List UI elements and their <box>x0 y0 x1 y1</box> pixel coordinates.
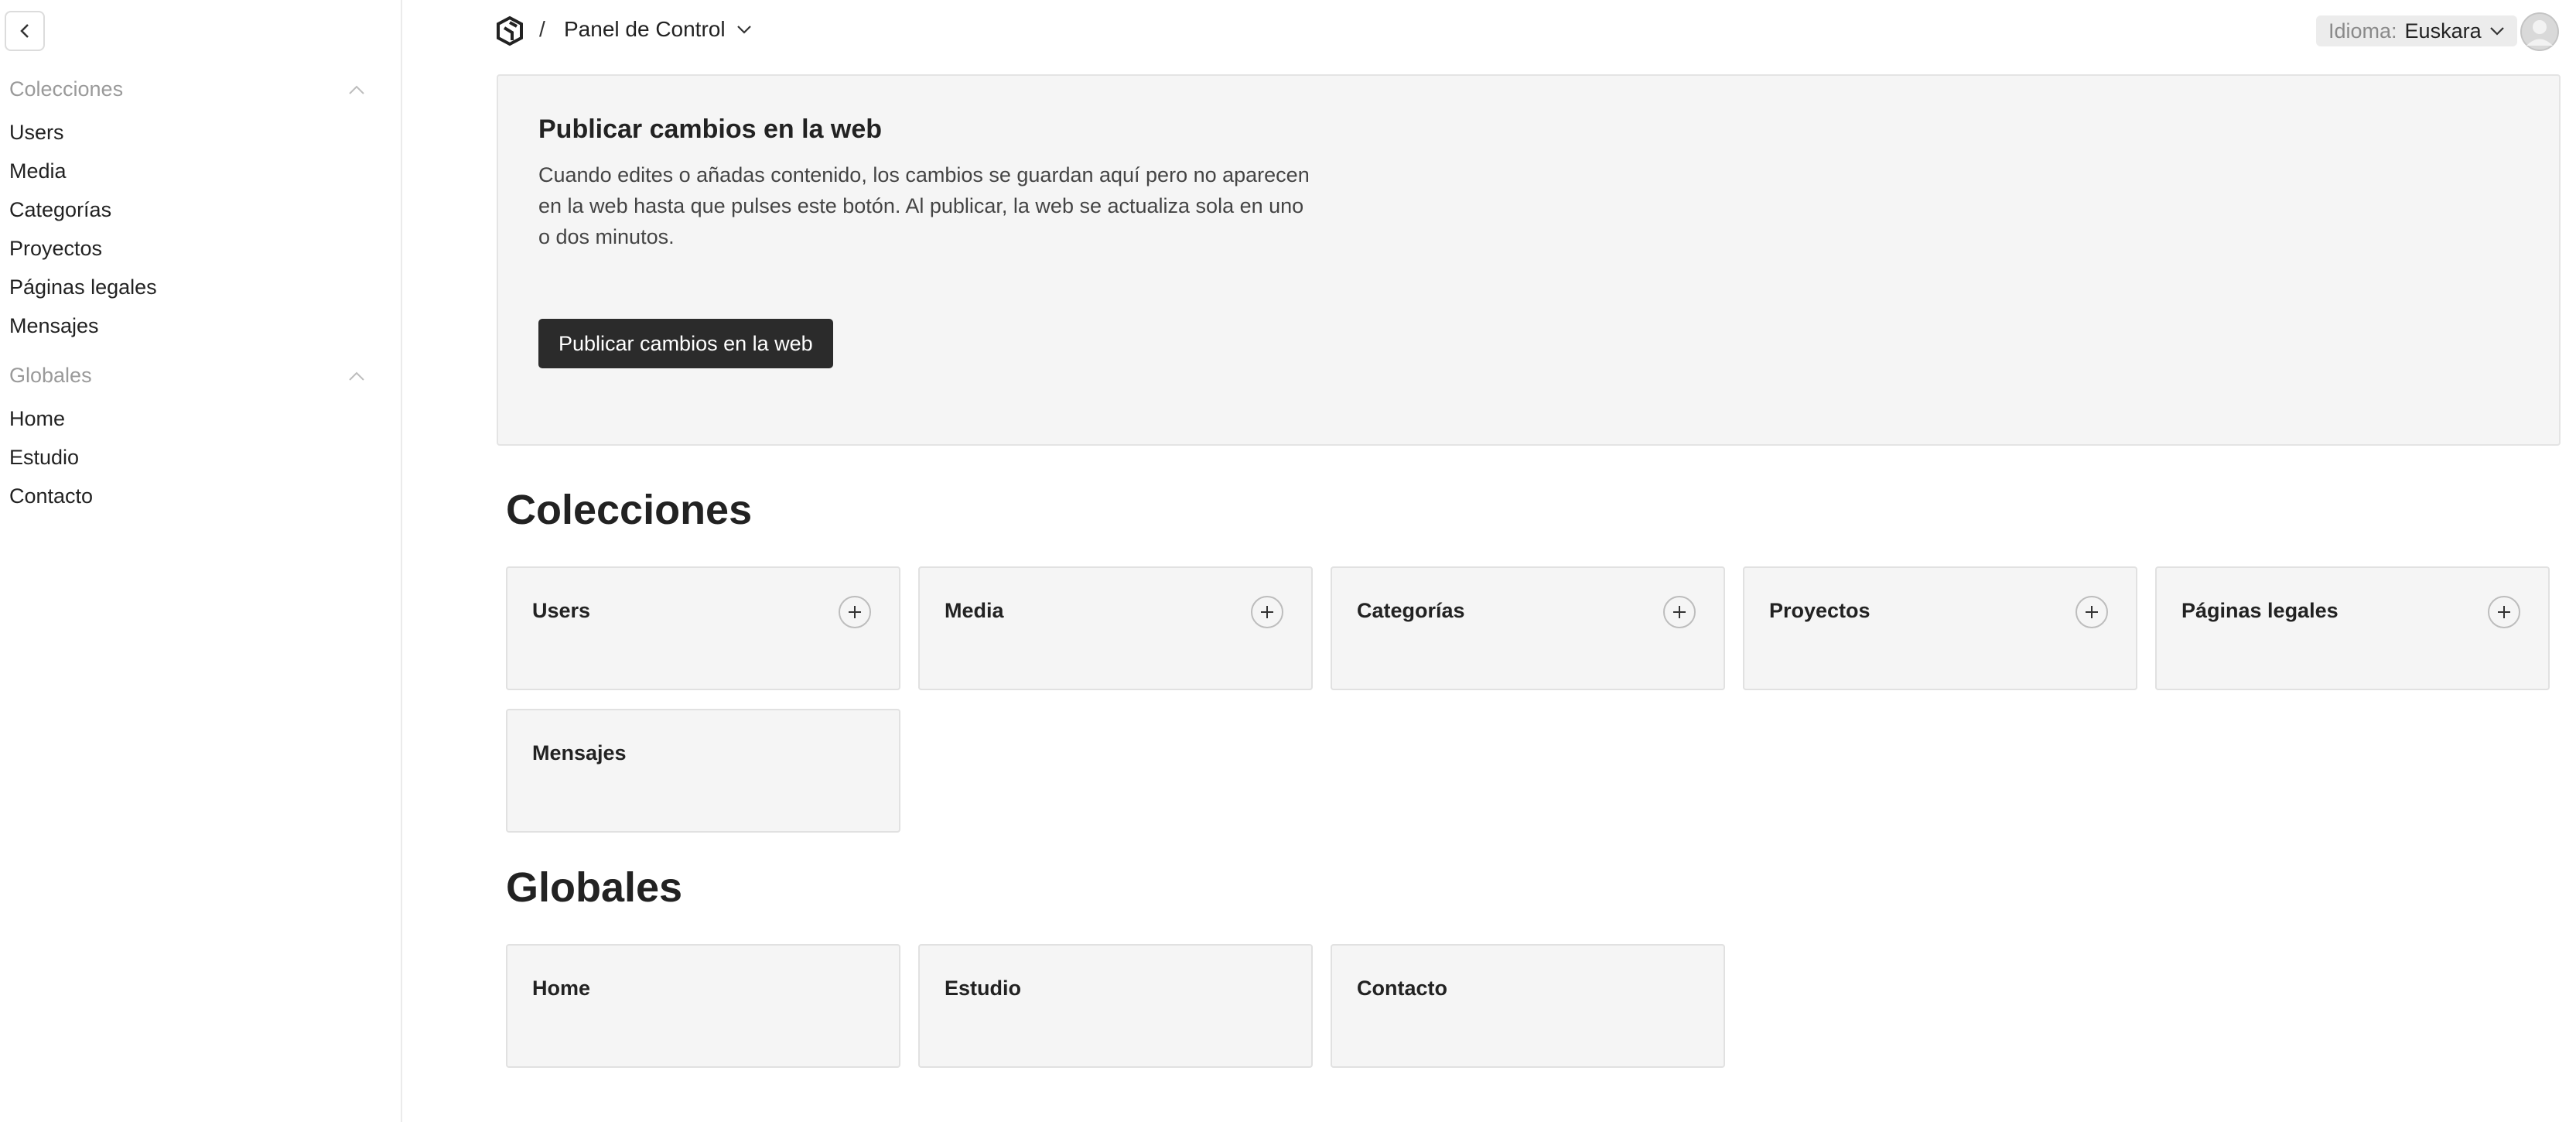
collection-card-mensajes[interactable]: Mensajes <box>506 709 900 833</box>
sidebar: Colecciones Users Media Categorías Proye… <box>0 0 402 1122</box>
chevron-up-icon <box>349 85 364 94</box>
language-value: Euskara <box>2404 19 2482 43</box>
collapse-sidebar-button[interactable] <box>5 11 45 51</box>
plus-icon <box>1673 606 1686 618</box>
sidebar-item-media[interactable]: Media <box>9 159 67 183</box>
add-paginas-legales-button[interactable] <box>2488 596 2520 628</box>
card-title: Contacto <box>1357 977 1447 1000</box>
global-card-estudio[interactable]: Estudio <box>918 944 1313 1068</box>
language-select[interactable]: Idioma: Euskara <box>2316 15 2517 46</box>
nav-group-label: Globales <box>9 364 92 387</box>
nav-group-colecciones[interactable]: Colecciones <box>9 77 365 101</box>
sidebar-item-proyectos[interactable]: Proyectos <box>9 237 102 261</box>
publish-title: Publicar cambios en la web <box>538 115 883 144</box>
card-title: Páginas legales <box>2181 599 2339 622</box>
sidebar-item-estudio[interactable]: Estudio <box>9 446 79 470</box>
sidebar-item-paginas-legales[interactable]: Páginas legales <box>9 275 157 299</box>
avatar[interactable] <box>2520 12 2559 51</box>
global-card-home[interactable]: Home <box>506 944 900 1068</box>
collection-card-media[interactable]: Media <box>918 566 1313 690</box>
card-title: Categorías <box>1357 599 1465 622</box>
sidebar-item-categorias[interactable]: Categorías <box>9 198 111 222</box>
plus-icon <box>849 606 861 618</box>
collection-card-proyectos[interactable]: Proyectos <box>1743 566 2137 690</box>
plus-icon <box>2498 606 2510 618</box>
publish-panel: Publicar cambios en la web Cuando edites… <box>497 74 2561 446</box>
plus-icon <box>1261 606 1273 618</box>
card-title: Home <box>532 977 591 1000</box>
app-logo-icon[interactable] <box>495 15 524 46</box>
card-title: Media <box>945 599 1004 622</box>
card-title: Users <box>532 599 591 622</box>
breadcrumb-dashboard[interactable]: Panel de Control <box>564 17 752 42</box>
sidebar-item-mensajes[interactable]: Mensajes <box>9 314 99 338</box>
card-title: Estudio <box>945 977 1021 1000</box>
chevron-down-icon <box>736 26 751 34</box>
nav-group-globales[interactable]: Globales <box>9 364 365 388</box>
breadcrumb-label: Panel de Control <box>564 17 726 41</box>
add-proyectos-button[interactable] <box>2075 596 2108 628</box>
card-title: Mensajes <box>532 741 627 765</box>
publish-description: Cuando edites o añadas contenido, los ca… <box>538 163 1310 248</box>
globals-section-title: Globales <box>506 864 683 911</box>
nav-group-label: Colecciones <box>9 77 124 101</box>
publish-button[interactable]: Publicar cambios en la web <box>538 319 833 368</box>
sidebar-item-home[interactable]: Home <box>9 407 65 431</box>
global-card-contacto[interactable]: Contacto <box>1331 944 1725 1068</box>
sidebar-item-users[interactable]: Users <box>9 121 64 145</box>
chevron-up-icon <box>349 371 364 381</box>
add-media-button[interactable] <box>1251 596 1283 628</box>
collections-section-title: Colecciones <box>506 487 753 533</box>
user-icon <box>2520 12 2559 51</box>
collection-card-paginas-legales[interactable]: Páginas legales <box>2155 566 2550 690</box>
collection-card-users[interactable]: Users <box>506 566 900 690</box>
chevron-down-icon <box>2489 27 2504 36</box>
chevron-left-icon <box>20 24 29 38</box>
sidebar-item-contacto[interactable]: Contacto <box>9 484 93 508</box>
collection-card-categorias[interactable]: Categorías <box>1331 566 1725 690</box>
breadcrumb-separator: / <box>539 17 545 41</box>
card-title: Proyectos <box>1769 599 1871 622</box>
add-categorias-button[interactable] <box>1663 596 1696 628</box>
language-label: Idioma: <box>2328 19 2397 43</box>
add-users-button[interactable] <box>839 596 871 628</box>
plus-icon <box>2086 606 2098 618</box>
